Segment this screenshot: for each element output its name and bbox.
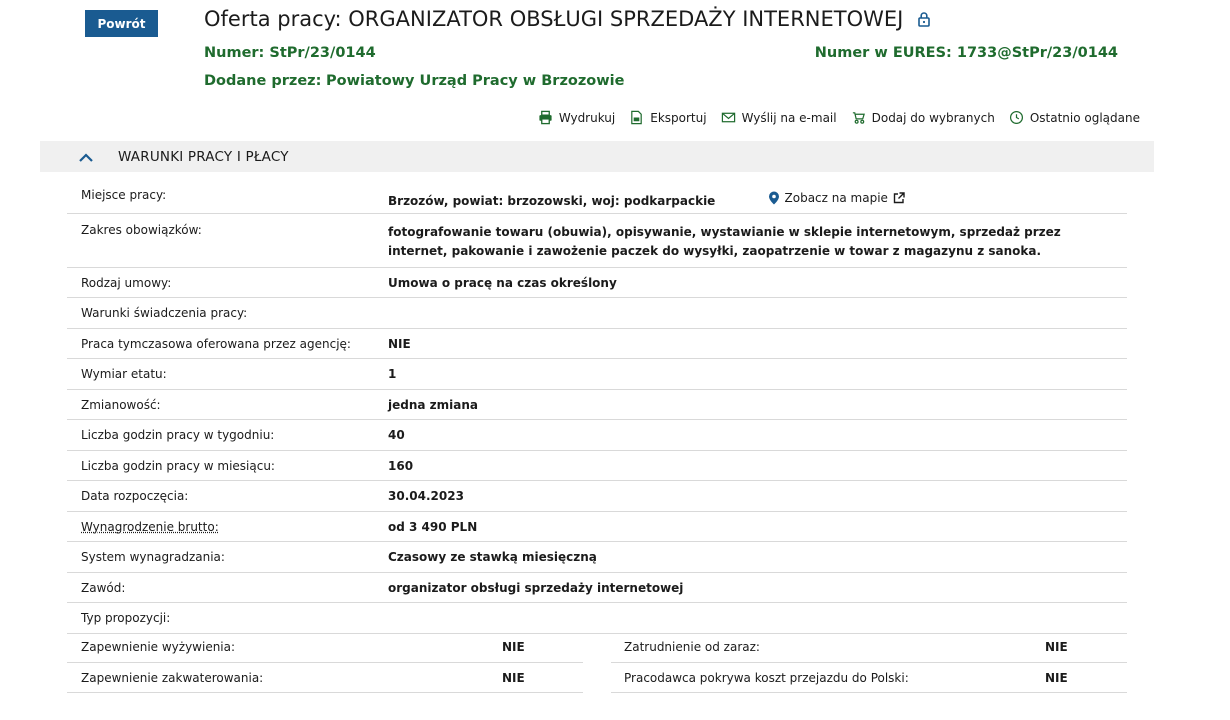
row-value: jedna zmiana	[388, 398, 478, 412]
table-row: Wymiar etatu: 1	[67, 359, 1127, 390]
row-label: Wynagrodzenie brutto:	[67, 520, 388, 541]
map-pin-icon	[768, 191, 779, 205]
export-icon	[631, 110, 643, 125]
row-label: Liczba godzin pracy w tygodniu:	[81, 428, 275, 442]
table-row: Zapewnienie zakwaterowania: NIE Pracodaw…	[67, 663, 1127, 693]
row-value: NIE	[502, 640, 525, 654]
table-row: Rodzaj umowy: Umowa o pracę na czas okre…	[67, 268, 1127, 298]
row-value	[388, 611, 1127, 633]
chevron-up-icon	[79, 152, 93, 162]
page-title-text: Oferta pracy: ORGANIZATOR OBSŁUGI SPRZED…	[204, 7, 904, 31]
table-row: Zawód: organizator obsługi sprzedaży int…	[67, 573, 1127, 603]
export-button[interactable]: Eksportuj	[629, 110, 707, 125]
row-value: Czasowy ze stawką miesięczną	[388, 550, 597, 564]
back-button[interactable]: Powrót	[85, 10, 158, 37]
row-label: Liczba godzin pracy w miesiącu:	[81, 459, 275, 473]
row-value: 1	[388, 367, 397, 381]
table-row: Miejsce pracy: Brzozów, powiat: brzozows…	[67, 182, 1127, 214]
toolbar: Wydrukuj Eksportuj Wyślij na e-mail Doda…	[538, 110, 1140, 125]
table-cell: Zapewnienie wyżywienia: NIE	[67, 632, 583, 663]
row-label: Miejsce pracy:	[81, 188, 167, 202]
table-row: Zakres obowiązków: fotografowanie towaru…	[67, 214, 1127, 268]
row-label: Data rozpoczęcia:	[81, 489, 189, 503]
salary-label[interactable]: Wynagrodzenie brutto:	[81, 520, 219, 534]
benefits-table: Zapewnienie wyżywienia: NIE Zatrudnienie…	[67, 632, 1127, 693]
offer-number: Numer: StPr/23/0144	[204, 45, 376, 61]
row-label: Zmianowość:	[81, 398, 161, 412]
table-row: System wynagradzania: Czasowy ze stawką …	[67, 542, 1127, 573]
external-link-icon	[893, 192, 905, 204]
conditions-table: Miejsce pracy: Brzozów, powiat: brzozows…	[67, 182, 1127, 634]
print-button[interactable]: Wydrukuj	[538, 110, 615, 125]
email-label: Wyślij na e-mail	[741, 110, 837, 125]
table-cell: Zatrudnienie od zaraz: NIE	[611, 632, 1127, 663]
row-value	[388, 306, 1127, 328]
row-value: 160	[388, 459, 414, 473]
row-label: Wymiar etatu:	[81, 367, 167, 381]
favorite-label: Dodaj do wybranych	[871, 110, 995, 125]
email-button[interactable]: Wyślij na e-mail	[721, 110, 837, 125]
table-cell: Zapewnienie zakwaterowania: NIE	[67, 663, 583, 693]
section-title: WARUNKI PRACY I PŁACY	[118, 148, 289, 165]
added-by-office: Powiatowy Urząd Pracy w Brzozowie	[326, 73, 625, 89]
row-label: Zatrudnienie od zaraz:	[624, 640, 760, 654]
table-row: Liczba godzin pracy w tygodniu: 40	[67, 420, 1127, 451]
cart-icon	[852, 112, 865, 124]
row-label: System wynagradzania:	[81, 550, 225, 564]
added-by: Dodane przez: Powiatowy Urząd Pracy w Br…	[204, 73, 624, 89]
row-label: Zakres obowiązków:	[81, 223, 202, 237]
table-row: Liczba godzin pracy w miesiącu: 160	[67, 451, 1127, 481]
row-label: Zapewnienie wyżywienia:	[81, 640, 236, 654]
map-link-label: Zobacz na mapie	[784, 191, 888, 205]
clock-icon	[1009, 110, 1023, 125]
row-value: 40	[388, 428, 405, 442]
row-value: NIE	[1045, 640, 1068, 654]
added-by-label: Dodane przez:	[204, 73, 322, 89]
lock-icon	[918, 12, 931, 27]
table-row: Warunki świadczenia pracy:	[67, 298, 1127, 329]
recently-viewed-button[interactable]: Ostatnio oglądane	[1009, 110, 1140, 125]
envelope-icon	[721, 112, 735, 123]
table-row: Data rozpoczęcia: 30.04.2023	[67, 481, 1127, 512]
row-value: organizator obsługi sprzedaży internetow…	[388, 581, 684, 595]
row-value: NIE	[502, 671, 525, 685]
export-label: Eksportuj	[650, 110, 707, 125]
row-label: Rodzaj umowy:	[81, 276, 172, 290]
row-label: Typ propozycji:	[81, 611, 171, 625]
row-label: Pracodawca pokrywa koszt przejazdu do Po…	[624, 671, 909, 685]
table-row: Wynagrodzenie brutto: od 3 490 PLN	[67, 512, 1127, 542]
table-cell: Pracodawca pokrywa koszt przejazdu do Po…	[611, 663, 1127, 693]
table-row: Zmianowość: jedna zmiana	[67, 390, 1127, 420]
table-row: Typ propozycji:	[67, 603, 1127, 634]
print-label: Wydrukuj	[558, 110, 616, 125]
row-label: Praca tymczasowa oferowana przez agencję…	[81, 337, 351, 351]
map-link[interactable]: Zobacz na mapie	[768, 191, 905, 205]
row-value: od 3 490 PLN	[388, 520, 478, 534]
add-to-favorites-button[interactable]: Dodaj do wybranych	[851, 110, 995, 125]
table-row: Praca tymczasowa oferowana przez agencję…	[67, 329, 1127, 359]
row-label: Zawód:	[81, 581, 126, 595]
row-value: 30.04.2023	[388, 489, 464, 503]
row-value: Brzozów, powiat: brzozowski, woj: podkar…	[388, 188, 1127, 213]
row-value: Umowa o pracę na czas określony	[388, 276, 617, 290]
table-row: Zapewnienie wyżywienia: NIE Zatrudnienie…	[67, 632, 1127, 663]
row-label: Zapewnienie zakwaterowania:	[81, 671, 264, 685]
row-value: NIE	[1045, 671, 1068, 685]
recent-label: Ostatnio oglądane	[1029, 110, 1140, 125]
eures-number: Numer w EURES: 1733@StPr/23/0144	[814, 45, 1118, 61]
printer-icon	[539, 110, 552, 125]
page-title: Oferta pracy: ORGANIZATOR OBSŁUGI SPRZED…	[204, 7, 931, 31]
row-label: Warunki świadczenia pracy:	[81, 306, 248, 320]
row-value: fotografowanie towaru (obuwia), opisywan…	[388, 225, 1061, 258]
row-value: NIE	[388, 337, 411, 351]
workplace-value: Brzozów, powiat: brzozowski, woj: podkar…	[388, 194, 716, 208]
section-header-working-conditions[interactable]: WARUNKI PRACY I PŁACY	[40, 141, 1154, 172]
